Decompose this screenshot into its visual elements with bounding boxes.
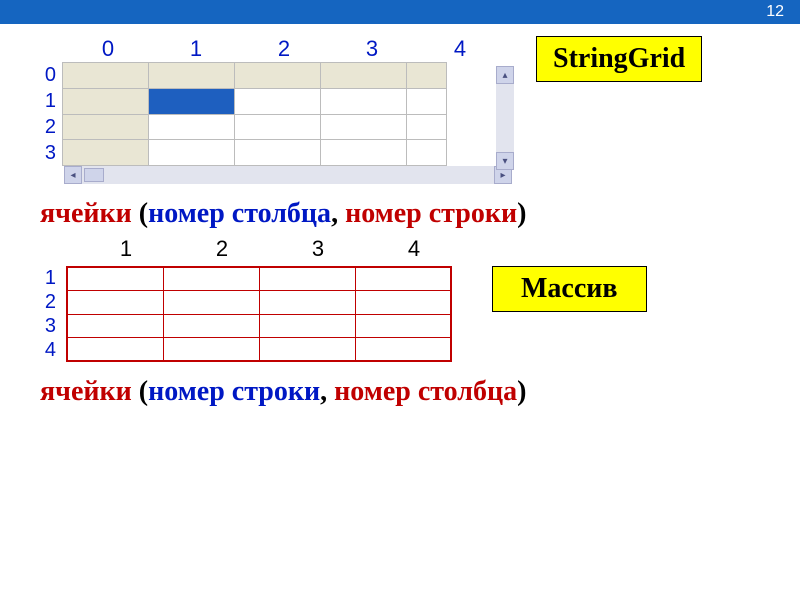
row-phrase: номер строки — [345, 198, 517, 229]
stringgrid-vscrollbar[interactable]: ▴ ▾ — [496, 66, 514, 170]
stringgrid-col-labels: 0 1 2 3 4 — [64, 36, 512, 62]
arr-cell — [163, 338, 259, 362]
arr-cell — [355, 291, 451, 315]
sg-cell[interactable] — [149, 114, 235, 140]
sg-row-1: 1 — [40, 88, 56, 114]
arr-cell — [259, 338, 355, 362]
sg-cell[interactable] — [407, 88, 447, 114]
sg-cell[interactable] — [407, 140, 447, 166]
paren-open: ( — [132, 198, 148, 229]
arr-cell — [67, 314, 163, 338]
arr-row-4: 4 — [40, 338, 56, 362]
sg-cell[interactable] — [63, 63, 149, 89]
sg-cell[interactable] — [321, 63, 407, 89]
stringgrid-table[interactable] — [62, 62, 447, 166]
comma: , — [331, 198, 345, 229]
comma: , — [320, 376, 334, 407]
sg-row-2: 2 — [40, 114, 56, 140]
arr-cell — [355, 338, 451, 362]
sg-cell[interactable] — [63, 88, 149, 114]
paren-close: ) — [517, 376, 526, 407]
arr-col-2: 2 — [174, 236, 270, 262]
sg-cell[interactable] — [63, 114, 149, 140]
sg-cell[interactable] — [407, 63, 447, 89]
sg-cell[interactable] — [235, 88, 321, 114]
sg-cell[interactable] — [235, 140, 321, 166]
array-col-labels: 1 2 3 4 — [78, 236, 760, 262]
stringgrid-area: 0 1 2 3 4 0 1 2 3 — [40, 36, 512, 184]
arr-cell — [67, 291, 163, 315]
col-phrase: номер столбца — [334, 376, 517, 407]
sg-col-0: 0 — [64, 36, 152, 62]
arr-col-3: 3 — [270, 236, 366, 262]
stringgrid-label: StringGrid — [536, 36, 702, 82]
sg-cell[interactable] — [149, 140, 235, 166]
row-phrase: номер строки — [148, 376, 320, 407]
arr-row-3: 3 — [40, 314, 56, 338]
arr-row-1: 1 — [40, 266, 56, 290]
sg-cell[interactable] — [321, 114, 407, 140]
arr-cell — [67, 267, 163, 291]
sg-row-3: 3 — [40, 140, 56, 166]
arr-cell — [355, 314, 451, 338]
arr-row-2: 2 — [40, 290, 56, 314]
slide-header: 12 — [0, 0, 800, 24]
paren-close: ) — [517, 198, 526, 229]
arr-col-1: 1 — [78, 236, 174, 262]
arr-cell — [259, 291, 355, 315]
arr-cell — [163, 267, 259, 291]
sg-cell[interactable] — [321, 140, 407, 166]
sg-cell[interactable] — [149, 63, 235, 89]
scroll-left-icon[interactable]: ◂ — [64, 166, 82, 184]
stringgrid-formula: ячейки (номер столбца, номер строки) — [40, 198, 760, 230]
sg-row-0: 0 — [40, 62, 56, 88]
sg-cell[interactable] — [63, 140, 149, 166]
word-cells: ячейки — [40, 198, 132, 229]
sg-col-1: 1 — [152, 36, 240, 62]
arr-cell — [163, 291, 259, 315]
array-table — [66, 266, 452, 362]
scroll-thumb[interactable] — [84, 168, 104, 182]
sg-cell[interactable] — [235, 114, 321, 140]
sg-cell-selected[interactable] — [149, 88, 235, 114]
paren-open: ( — [132, 376, 148, 407]
scroll-down-icon[interactable]: ▾ — [496, 152, 514, 170]
array-label: Массив — [492, 266, 647, 312]
array-formula: ячейки (номер строки, номер столбца) — [40, 376, 760, 408]
sg-cell[interactable] — [235, 63, 321, 89]
array-row-labels: 1 2 3 4 — [40, 266, 56, 362]
sg-cell[interactable] — [407, 114, 447, 140]
sg-col-2: 2 — [240, 36, 328, 62]
arr-cell — [355, 267, 451, 291]
arr-col-4: 4 — [366, 236, 462, 262]
sg-col-4: 4 — [416, 36, 504, 62]
arr-cell — [259, 267, 355, 291]
page-number: 12 — [766, 3, 784, 21]
col-phrase: номер столбца — [148, 198, 331, 229]
scroll-up-icon[interactable]: ▴ — [496, 66, 514, 84]
sg-col-3: 3 — [328, 36, 416, 62]
stringgrid-hscrollbar[interactable]: ◂ ▸ — [64, 166, 512, 184]
word-cells: ячейки — [40, 376, 132, 407]
arr-cell — [259, 314, 355, 338]
stringgrid-row-labels: 0 1 2 3 — [40, 62, 56, 166]
sg-cell[interactable] — [321, 88, 407, 114]
arr-cell — [163, 314, 259, 338]
arr-cell — [67, 338, 163, 362]
